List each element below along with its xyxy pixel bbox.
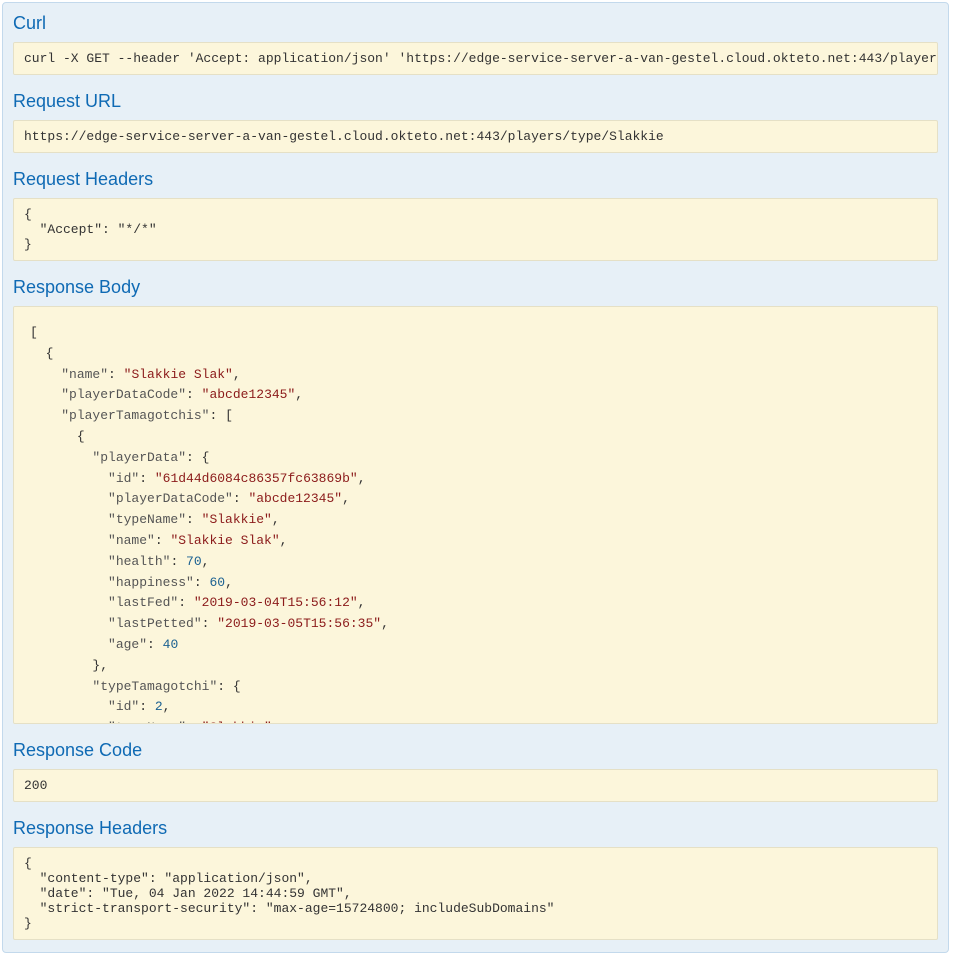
rb-val: "abcde12345" [202,387,296,402]
response-headers-heading: Response Headers [13,818,938,839]
rb-key: "name" [108,533,155,548]
rb-val: "2019-03-04T15:56:12" [194,595,358,610]
response-body-heading: Response Body [13,277,938,298]
rb-val: "2019-03-05T15:56:35" [217,616,381,631]
rb-key: "typeTamagotchi" [92,679,217,694]
response-body-box[interactable]: [ { "name": "Slakkie Slak", "playerDataC… [13,306,938,724]
curl-command-box[interactable]: curl -X GET --header 'Accept: applicatio… [13,42,938,75]
rb-line: [ [30,325,38,340]
rb-key: "lastFed" [108,595,178,610]
request-headers-text: { "Accept": "*/*" } [24,207,157,252]
curl-heading: Curl [13,13,938,34]
rb-key: "playerTamagotchis" [61,408,209,423]
rb-val: "Slakkie" [202,512,272,527]
rb-line: }, [92,658,108,673]
rb-key: "lastPetted" [108,616,202,631]
rb-line: { [77,429,85,444]
response-headers-text: { "content-type": "application/json", "d… [24,856,555,931]
request-url-heading: Request URL [13,91,938,112]
rb-key: "age" [108,637,147,652]
rb-key: "playerDataCode" [61,387,186,402]
rb-val: "Slakkie Slak" [170,533,279,548]
rb-val: 40 [163,637,179,652]
rb-line: { [46,346,54,361]
curl-command-text: curl -X GET --header 'Accept: applicatio… [24,51,938,66]
rb-val: 70 [186,554,202,569]
rb-line: { [202,450,210,465]
response-code-heading: Response Code [13,740,938,761]
rb-val: "abcde12345" [248,491,342,506]
rb-val: 2 [155,699,163,714]
swagger-response-panel: Curl curl -X GET --header 'Accept: appli… [2,2,949,953]
rb-val: 60 [209,575,225,590]
rb-key: "id" [108,471,139,486]
rb-key: "typeName" [108,512,186,527]
rb-val: "Slakkie Slak" [124,367,233,382]
request-url-box[interactable]: https://edge-service-server-a-van-gestel… [13,120,938,153]
request-headers-heading: Request Headers [13,169,938,190]
rb-key: "health" [108,554,170,569]
response-headers-box[interactable]: { "content-type": "application/json", "d… [13,847,938,940]
response-code-text: 200 [24,778,47,793]
rb-key: "happiness" [108,575,194,590]
response-code-box[interactable]: 200 [13,769,938,802]
request-url-text: https://edge-service-server-a-van-gestel… [24,129,664,144]
rb-key: "playerDataCode" [108,491,233,506]
rb-val: "61d44d6084c86357fc63869b" [155,471,358,486]
rb-key: "id" [108,699,139,714]
rb-key: "playerData" [92,450,186,465]
rb-line: [ [225,408,233,423]
rb-key: "name" [61,367,108,382]
request-headers-box[interactable]: { "Accept": "*/*" } [13,198,938,261]
rb-line: { [233,679,241,694]
